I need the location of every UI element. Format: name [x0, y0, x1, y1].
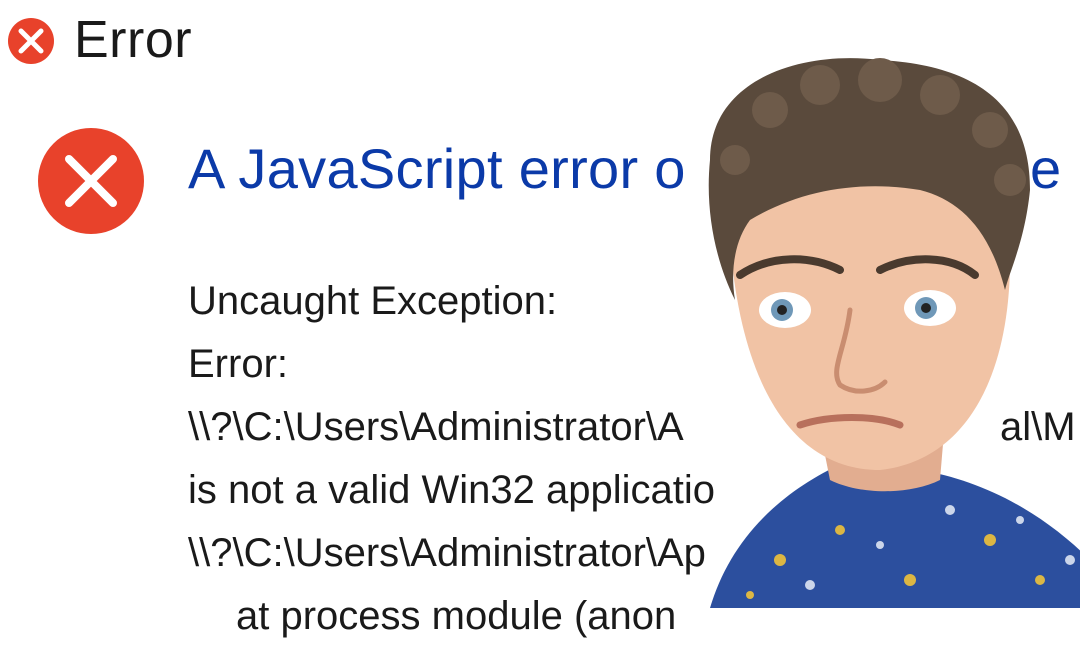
- person-cutout-image: [708, 58, 1080, 608]
- error-icon: [38, 128, 144, 234]
- dialog-title: Error: [74, 11, 193, 69]
- error-icon: [8, 18, 54, 64]
- dialog-titlebar: Error: [0, 0, 600, 80]
- error-heading-text: A JavaScript error o: [188, 137, 686, 200]
- error-heading: A JavaScript error o: [188, 134, 686, 204]
